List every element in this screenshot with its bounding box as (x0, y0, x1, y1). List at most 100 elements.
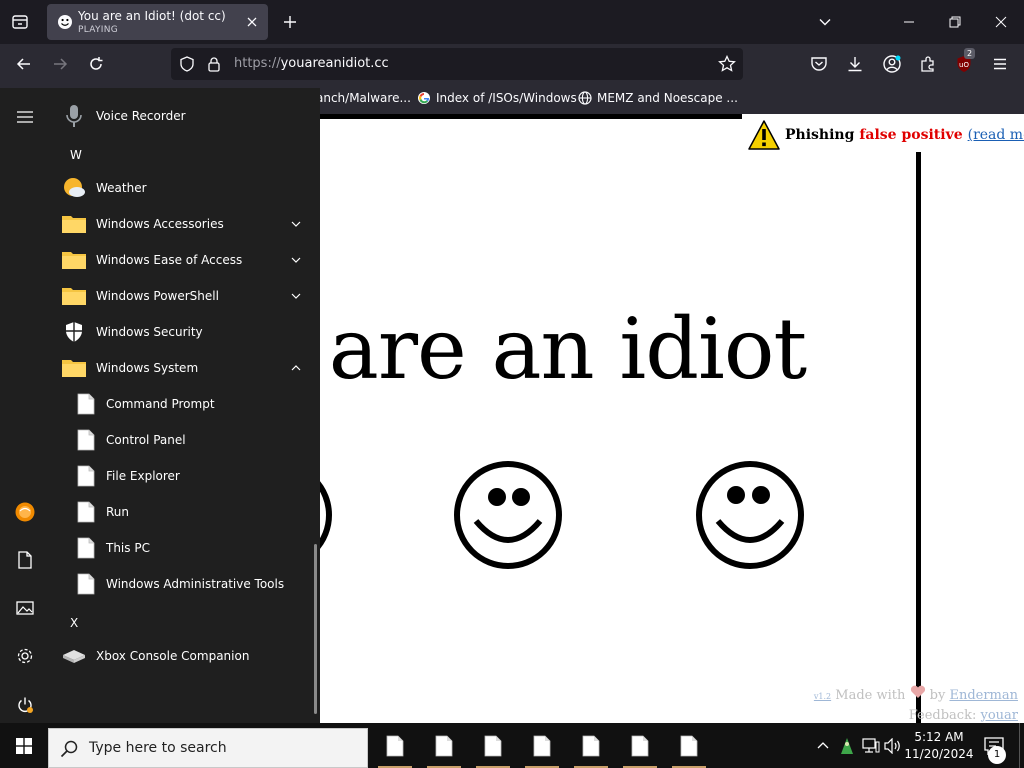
start-app-windows-administrative-tools[interactable]: Windows Administrative Tools (52, 566, 312, 602)
browser-tab-bar: You are an Idiot! (dot cc) PLAYING (0, 0, 1024, 44)
gear-icon[interactable] (9, 640, 41, 672)
folder-icon (62, 284, 86, 308)
chevron-down-icon (288, 252, 304, 268)
taskbar-app-button[interactable] (568, 723, 614, 768)
taskbar-app-button[interactable] (519, 723, 565, 768)
page-headline: u are an idiot (250, 300, 807, 398)
folder-icon (62, 212, 86, 236)
read-more-link[interactable]: (read more) (968, 127, 1024, 143)
file-icon (533, 735, 551, 757)
start-menu-scrollbar[interactable] (314, 544, 317, 714)
made-with-text: Made with (835, 688, 906, 703)
bookmark-item[interactable]: MEMZ and Noescape ... (578, 91, 738, 105)
close-icon[interactable] (242, 12, 262, 32)
chevron-down-icon[interactable] (811, 8, 839, 36)
weather-icon (62, 176, 86, 200)
start-folder-windows-accessories[interactable]: Windows Accessories (52, 206, 312, 242)
documents-icon[interactable] (9, 544, 41, 576)
pictures-icon[interactable] (9, 592, 41, 624)
bookmark-star-icon[interactable] (715, 52, 739, 76)
chevron-down-icon (288, 288, 304, 304)
start-app-voice-recorder[interactable]: Voice Recorder (52, 98, 312, 134)
clock-date: 11/20/2024 (904, 747, 974, 761)
tab-list-icon[interactable] (6, 8, 34, 36)
bookmark-item[interactable]: Index of /ISOs/Windows (417, 91, 577, 105)
tray-app-icon[interactable] (836, 735, 858, 757)
download-icon[interactable] (841, 50, 869, 78)
author-link[interactable]: Enderman (949, 688, 1018, 703)
shield-icon[interactable] (177, 54, 197, 74)
network-icon[interactable] (862, 737, 880, 755)
browser-tab[interactable]: You are an Idiot! (dot cc) PLAYING (47, 4, 268, 40)
taskbar-app-button[interactable] (470, 723, 516, 768)
app-label: Windows Ease of Access (96, 253, 243, 267)
app-label: This PC (106, 541, 150, 555)
window-minimize-button[interactable] (886, 0, 932, 44)
start-letter-header[interactable]: W (70, 148, 82, 162)
taskbar-app-button[interactable] (421, 723, 467, 768)
start-app-windows-security[interactable]: Windows Security (52, 314, 312, 350)
user-avatar[interactable] (9, 496, 41, 528)
folder-icon (62, 248, 86, 272)
chevron-up-icon[interactable] (814, 737, 832, 755)
app-label: Control Panel (106, 433, 186, 447)
file-icon (386, 735, 404, 757)
start-app-xbox-console-companion[interactable]: Xbox Console Companion (52, 638, 312, 674)
volume-icon[interactable] (884, 737, 902, 755)
start-folder-windows-ease-of-access[interactable]: Windows Ease of Access (52, 242, 312, 278)
start-app-file-explorer[interactable]: File Explorer (52, 458, 312, 494)
popup-window-edge (916, 152, 921, 723)
pocket-icon[interactable] (805, 50, 833, 78)
chevron-down-icon (288, 216, 304, 232)
false-positive-label: false positive (859, 127, 963, 143)
start-app-control-panel[interactable]: Control Panel (52, 422, 312, 458)
start-app-this-pc[interactable]: This PC (52, 530, 312, 566)
lock-icon[interactable] (204, 54, 224, 74)
start-app-command-prompt[interactable]: Command Prompt (52, 386, 312, 422)
back-button[interactable] (10, 50, 38, 78)
bookmark-item[interactable]: anch/Malware... (316, 91, 411, 105)
file-icon (74, 536, 98, 560)
heart-icon (910, 685, 926, 699)
by-text: by (929, 688, 946, 703)
app-label: Windows Administrative Tools (106, 577, 285, 591)
bookmark-label: MEMZ and Noescape ... (597, 91, 738, 105)
taskbar-search-box[interactable]: Type here to search (48, 728, 368, 768)
url-host: youareanidiot.cc (280, 56, 389, 71)
start-app-weather[interactable]: Weather (52, 170, 312, 206)
file-icon (582, 735, 600, 757)
start-app-run[interactable]: Run (52, 494, 312, 530)
power-icon[interactable] (9, 689, 41, 721)
start-folder-windows-system[interactable]: Windows System (52, 350, 312, 386)
taskbar-app-button[interactable] (617, 723, 663, 768)
hamburger-menu-icon[interactable] (986, 50, 1014, 78)
show-desktop-button[interactable] (1019, 723, 1024, 768)
window-close-button[interactable] (978, 0, 1024, 44)
start-letter-header[interactable]: X (70, 616, 78, 630)
app-label: Run (106, 505, 130, 519)
version-link[interactable]: v1.2 (814, 692, 831, 701)
start-menu: Voice Recorder W Weather Windows Accesso… (0, 88, 320, 723)
account-icon[interactable] (878, 50, 906, 78)
url-text[interactable]: https://youareanidiot.cc (234, 56, 389, 71)
shield-icon (62, 320, 86, 344)
new-tab-button[interactable] (276, 8, 304, 36)
globe-icon (578, 91, 592, 105)
hamburger-menu-icon[interactable] (9, 101, 41, 133)
taskbar-app-button[interactable] (372, 723, 418, 768)
app-label: Windows PowerShell (96, 289, 219, 303)
url-scheme: https:// (234, 56, 281, 71)
forward-button[interactable] (46, 50, 74, 78)
taskbar-clock[interactable]: 5:12 AM 11/20/2024 (904, 729, 974, 763)
ublock-icon[interactable]: uO 2 (950, 48, 978, 78)
bookmark-label: Index of /ISOs/Windows (436, 91, 577, 105)
reload-button[interactable] (82, 50, 110, 78)
taskbar-app-button[interactable] (666, 723, 712, 768)
extensions-icon[interactable] (914, 50, 942, 78)
app-label: Windows Accessories (96, 217, 224, 231)
start-folder-windows-powershell[interactable]: Windows PowerShell (52, 278, 312, 314)
window-restore-button[interactable] (932, 0, 978, 44)
address-bar[interactable]: https://youareanidiot.cc (171, 48, 743, 80)
windows-start-button[interactable] (0, 723, 48, 768)
xbox-icon (62, 644, 86, 668)
